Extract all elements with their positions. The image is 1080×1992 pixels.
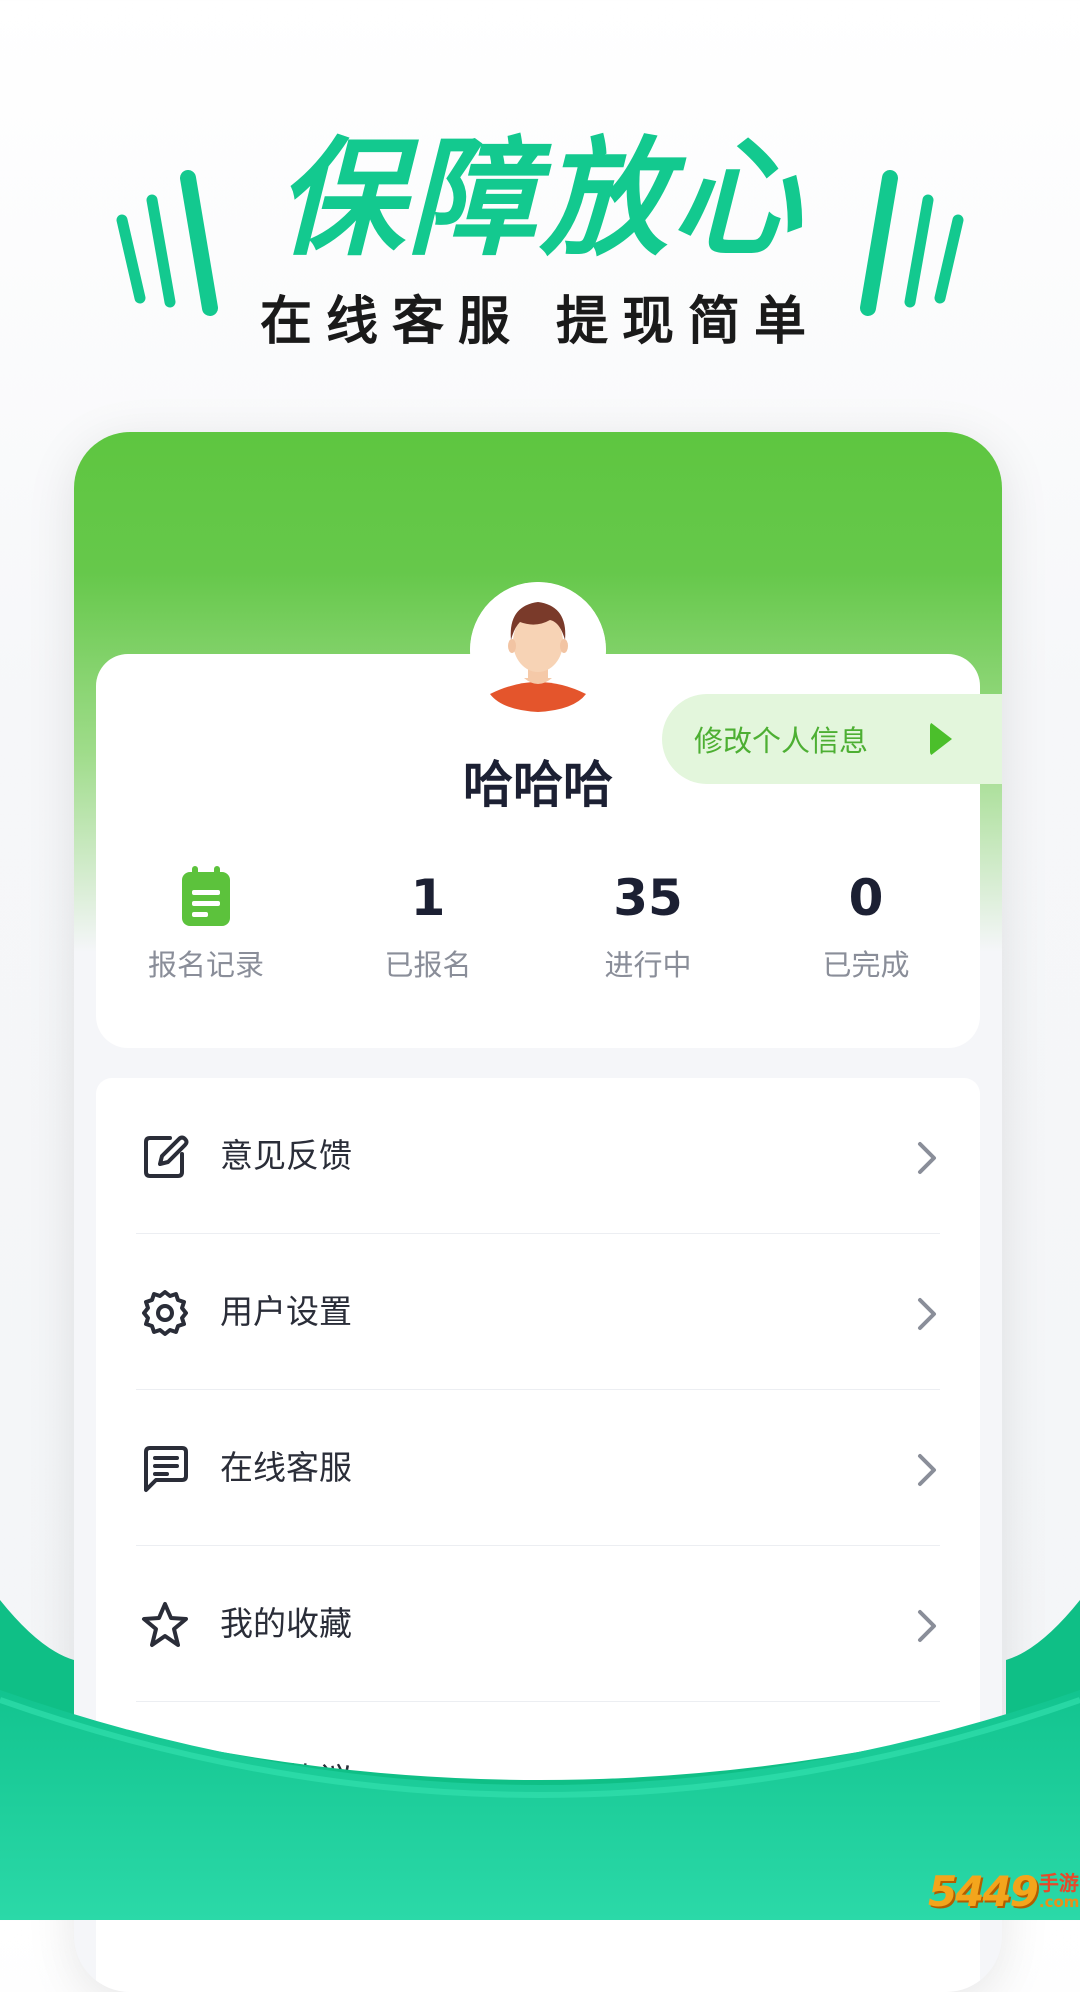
stat-registered-label: 已报名 [384,948,472,982]
menu-item-settings[interactable]: 用户设置 [96,1234,980,1389]
user-avatar-icon[interactable] [470,582,606,718]
stat-records-label: 报名记录 [147,948,264,982]
stat-completed[interactable]: 0 已完成 [756,862,976,984]
promo-subtitle: 在线客服 提现简单 [259,292,821,352]
bottom-wave-decoration [0,1600,1080,1920]
watermark-number: 5449 [928,1866,1039,1916]
edit-profile-button[interactable]: 修改个人信息 [662,694,1002,784]
stat-in-progress-value: 35 [613,869,683,927]
watermark-chinese: 手游网 [1038,1870,1080,1895]
chevron-right-icon [918,1454,936,1486]
stat-in-progress-label: 进行中 [604,948,692,982]
stat-registered[interactable]: 1 已报名 [318,862,538,984]
watermark-domain: .com.cn [1038,1892,1080,1911]
stat-in-progress[interactable]: 35 进行中 [538,862,758,984]
play-arrow-icon [930,722,952,756]
edit-icon [144,1135,189,1178]
chat-icon [144,1446,188,1492]
stat-completed-label: 已完成 [822,948,910,982]
chevron-right-icon [918,1142,936,1174]
menu-item-online-service[interactable]: 在线客服 [96,1390,980,1545]
menu-item-feedback[interactable]: 意见反馈 [96,1078,980,1233]
menu-item-label: 意见反馈 [220,1136,352,1175]
chevron-right-icon [918,1298,936,1330]
stats-row: 报名记录 1 已报名 35 进行中 0 已完成 [96,862,980,1042]
menu-item-label: 在线客服 [220,1448,352,1487]
stat-completed-value: 0 [848,869,884,927]
stat-registered-value: 1 [410,869,446,927]
edit-profile-label: 修改个人信息 [694,724,869,758]
gear-icon [142,1290,188,1336]
stat-records[interactable]: 报名记录 [96,862,316,984]
clipboard-icon [96,862,316,934]
menu-item-label: 用户设置 [220,1292,352,1331]
site-watermark-logo: 5449 手游网 .com.cn [928,1866,1080,1916]
